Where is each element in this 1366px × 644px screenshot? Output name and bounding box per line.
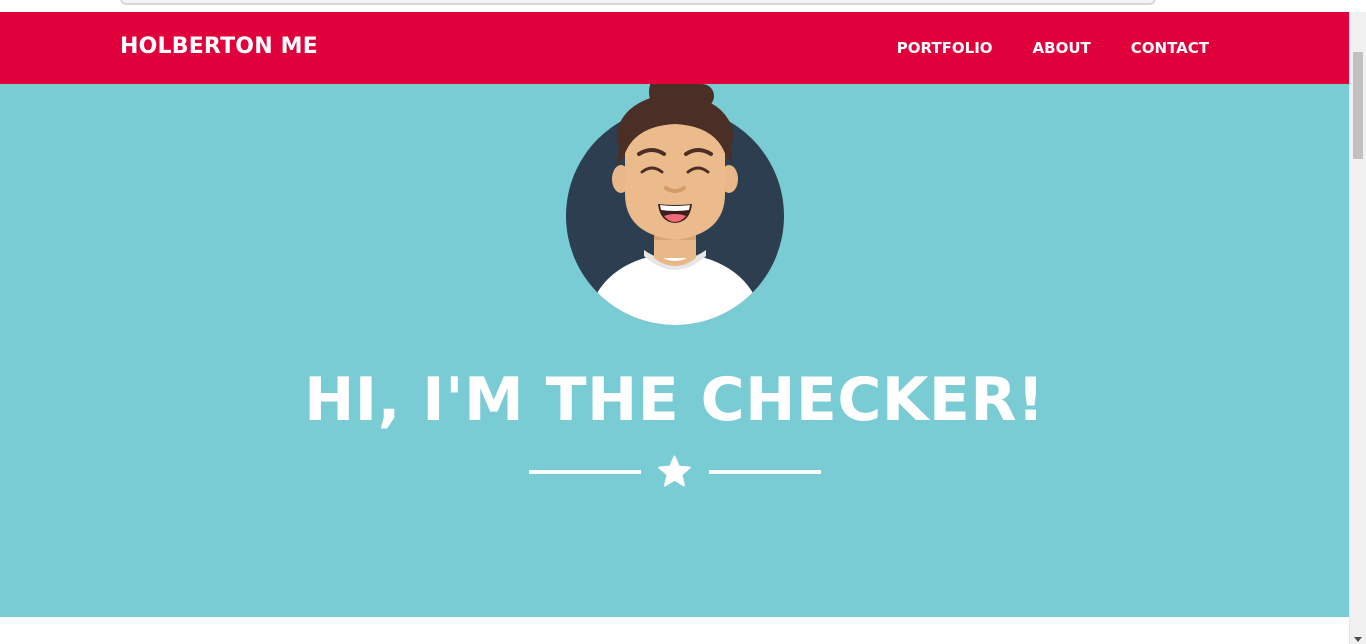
hero-title: HI, I'M THE CHECKER!: [304, 365, 1045, 435]
hero-section: HI, I'M THE CHECKER!: [0, 66, 1349, 617]
nav-links: PORTFOLIO ABOUT CONTACT: [897, 38, 1209, 58]
star-icon: [658, 455, 691, 487]
page: HOLBERTON ME PORTFOLIO ABOUT CONTACT HI,…: [0, 0, 1366, 644]
divider-line-right: [709, 470, 821, 474]
vertical-scrollbar[interactable]: [1349, 12, 1366, 644]
scroll-down-arrow-icon[interactable]: [1354, 637, 1362, 642]
navbar: HOLBERTON ME PORTFOLIO ABOUT CONTACT: [0, 12, 1349, 84]
top-overlay-bar: [120, 0, 1156, 5]
scrollbar-thumb[interactable]: [1353, 52, 1363, 159]
smiling-person-avatar-icon: [566, 66, 784, 325]
brand-logo[interactable]: HOLBERTON ME: [120, 33, 318, 61]
divider-line-left: [529, 470, 641, 474]
star-divider: [529, 454, 821, 490]
nav-link-portfolio[interactable]: PORTFOLIO: [897, 38, 993, 58]
nav-link-contact[interactable]: CONTACT: [1131, 38, 1209, 58]
avatar: [566, 66, 784, 325]
nav-link-about[interactable]: ABOUT: [1033, 38, 1091, 58]
